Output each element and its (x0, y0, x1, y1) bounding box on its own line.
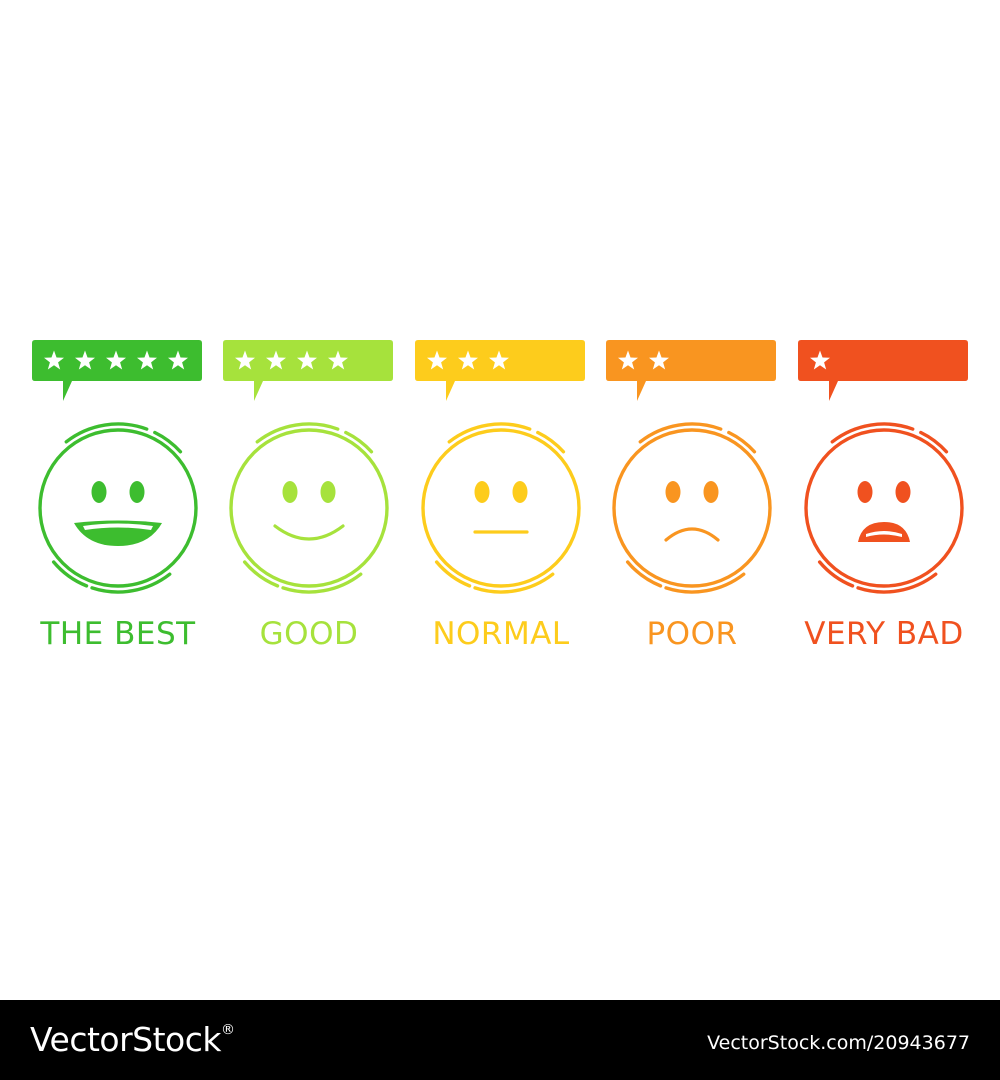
smile-face-icon (229, 422, 389, 594)
left-eye (474, 481, 490, 503)
rating-scale-illustration: THE BEST GOOD NORMAL POOR VERY BAD (0, 0, 1000, 1000)
bubble-shape (606, 340, 776, 401)
rating-label: POOR (646, 616, 738, 652)
face-outer-arc (51, 560, 89, 588)
face-outer-arc (817, 560, 855, 588)
right-eye (895, 481, 911, 503)
face-circle (804, 428, 964, 588)
left-eye (91, 481, 107, 503)
rating-label: NORMAL (432, 616, 570, 652)
star-speech-bubble (223, 340, 393, 401)
star-speech-bubble (798, 340, 968, 401)
mouth (664, 527, 720, 542)
left-eye (282, 481, 298, 503)
brand-name: VectorStock (30, 1020, 222, 1059)
face-circle (421, 428, 581, 588)
face-circle (229, 428, 389, 588)
bubble-shape (223, 340, 393, 401)
right-eye (512, 481, 528, 503)
face-outer-arc (625, 560, 663, 588)
bubble-shape (32, 340, 202, 401)
frown-face-icon (612, 422, 772, 594)
star-speech-bubble (32, 340, 202, 401)
left-eye (665, 481, 681, 503)
right-eye (129, 481, 145, 503)
bubble-shape (415, 340, 585, 401)
face-outer-arc (434, 560, 472, 588)
brand-logo: VectorStock® (30, 1020, 235, 1059)
face-circle (612, 428, 772, 588)
right-eye (703, 481, 719, 503)
image-id: VectorStock.com/20943677 (707, 1032, 970, 1054)
watermark-footer: VectorStock® VectorStock.com/20943677 (0, 1000, 1000, 1080)
mouth (273, 524, 345, 541)
rating-label: GOOD (259, 616, 359, 652)
big-smile-face-icon (38, 422, 198, 594)
rating-poor: POOR (606, 340, 798, 670)
registered-mark: ® (221, 1022, 235, 1038)
bubble-shape (798, 340, 968, 401)
rating-label: THE BEST (40, 616, 196, 652)
star-speech-bubble (415, 340, 585, 401)
rating-the-best: THE BEST (32, 340, 224, 670)
rating-very-bad: VERY BAD (798, 340, 990, 670)
star-speech-bubble (606, 340, 776, 401)
upset-face-icon (804, 422, 964, 594)
right-eye (320, 481, 336, 503)
face-circle (38, 428, 198, 588)
rating-good: GOOD (223, 340, 415, 670)
rating-normal: NORMAL (415, 340, 607, 670)
neutral-face-icon (421, 422, 581, 594)
rating-label: VERY BAD (804, 616, 964, 652)
left-eye (857, 481, 873, 503)
face-outer-arc (242, 560, 280, 588)
